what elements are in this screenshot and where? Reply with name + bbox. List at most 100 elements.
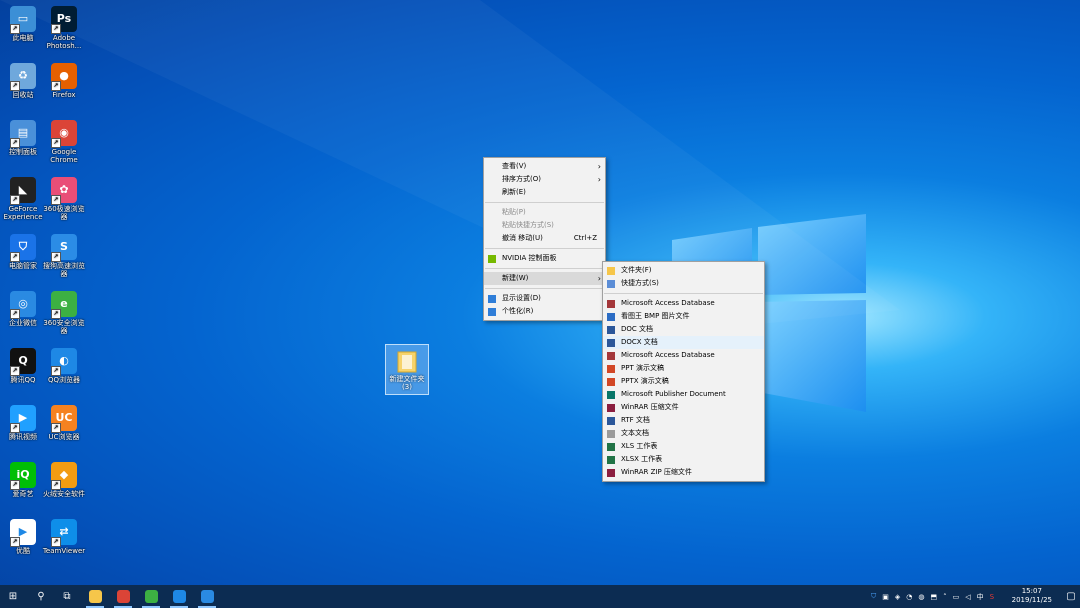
show-hidden-icons-icon[interactable]: ˄ xyxy=(943,593,947,601)
menu-item[interactable]: 看图王 BMP 图片文件 xyxy=(603,310,764,323)
task-view-button[interactable]: ⧉ xyxy=(54,585,80,608)
desktop-icon[interactable]: ◉ ↗ Google Chrome xyxy=(42,118,86,164)
desktop-icon[interactable]: Q ↗ 腾讯QQ xyxy=(1,346,45,384)
desktop-icon-label: 此电脑 xyxy=(12,34,34,42)
menu-item-label: 文件夹(F) xyxy=(621,266,652,274)
nvidia-icon xyxy=(488,255,496,263)
search-icon: ⚲ xyxy=(37,591,45,602)
menu-item-label: 看图王 BMP 图片文件 xyxy=(621,312,690,320)
shortcut-arrow-icon: ↗ xyxy=(51,138,61,148)
bmp-icon xyxy=(607,313,615,321)
desktop-icon[interactable]: ▭ ↗ 此电脑 xyxy=(1,4,45,42)
menu-item[interactable]: WinRAR ZIP 压缩文件 xyxy=(603,466,764,479)
rtf-icon xyxy=(607,417,615,425)
taskbar-app-button[interactable] xyxy=(194,585,220,608)
menu-item[interactable]: 刷新(E) xyxy=(484,186,605,199)
menu-item[interactable]: 快捷方式(S) xyxy=(603,277,764,290)
sogou-ime-icon[interactable]: S xyxy=(990,593,994,601)
desktop-icon[interactable]: S ↗ 搜狗高速浏览器 xyxy=(42,232,86,278)
desktop-icon[interactable]: ◎ ↗ 企业微信 xyxy=(1,289,45,327)
menu-item[interactable]: RTF 文档 xyxy=(603,414,764,427)
menu-item[interactable]: XLSX 工作表 xyxy=(603,453,764,466)
desktop-icon[interactable]: Ps ↗ Adobe Photosh... xyxy=(42,4,86,50)
taskbar-app-button[interactable] xyxy=(82,585,108,608)
access-icon xyxy=(607,300,615,308)
menu-item[interactable]: XLS 工作表 xyxy=(603,440,764,453)
notification-center-button[interactable]: ▢ xyxy=(1062,585,1080,608)
tray-app-icon[interactable]: ◔ xyxy=(906,593,912,601)
network-icon[interactable]: ▭ xyxy=(953,593,960,601)
desktop-icon[interactable]: iQ ↗ 爱奇艺 xyxy=(1,460,45,498)
menu-item[interactable]: NVIDIA 控制面板 xyxy=(484,252,605,265)
menu-item-label: Microsoft Access Database xyxy=(621,299,715,307)
clock[interactable]: 15:07 2019/11/25 xyxy=(1012,587,1052,605)
menu-item[interactable]: DOCX 文档 xyxy=(603,336,764,349)
search-button[interactable]: ⚲ xyxy=(28,585,54,608)
menu-item[interactable]: WinRAR 压缩文件 xyxy=(603,401,764,414)
shortcut-arrow-icon: ↗ xyxy=(10,537,20,547)
qq-browser-icon xyxy=(172,590,186,603)
menu-item[interactable]: PPT 演示文稿 xyxy=(603,362,764,375)
file-explorer-icon xyxy=(88,590,102,603)
shortcut-arrow-icon: ↗ xyxy=(51,195,61,205)
desktop-wallpaper[interactable]: ▭ ↗ 此电脑 Ps ↗ Adobe Photosh... ♻ ↗ 回收站 ● ↗ Firefox ▤ ↗… xyxy=(0,0,1080,585)
notification-icon: ▢ xyxy=(1066,591,1076,602)
desktop-icon-label: Adobe Photosh... xyxy=(46,34,82,50)
menu-item[interactable]: Microsoft Access Database xyxy=(603,297,764,310)
tray-app-icon[interactable]: ◍ xyxy=(918,593,924,601)
menu-item[interactable]: Microsoft Publisher Document xyxy=(603,388,764,401)
desktop-icon[interactable]: ▶ ↗ 优酷 xyxy=(1,517,45,555)
new-folder-icon[interactable]: 新建文件夹(3) xyxy=(385,344,429,395)
shortcut-arrow-icon: ↗ xyxy=(51,537,61,547)
desktop-icon[interactable]: e ↗ 360安全浏览器 xyxy=(42,289,86,335)
menu-item-label: 个性化(R) xyxy=(502,307,534,315)
menu-item[interactable]: Microsoft Access Database xyxy=(603,349,764,362)
taskbar-app-button[interactable] xyxy=(110,585,136,608)
shortcut-arrow-icon: ↗ xyxy=(10,480,20,490)
menu-item[interactable]: 新建(W) › xyxy=(484,272,605,285)
menu-item[interactable]: 文本文档 xyxy=(603,427,764,440)
menu-item[interactable]: 文件夹(F) xyxy=(603,264,764,277)
desktop-icon[interactable]: ⛉ ↗ 电脑管家 xyxy=(1,232,45,270)
menu-item[interactable]: 显示设置(D) xyxy=(484,292,605,305)
desktop-icon-label: TeamViewer xyxy=(42,547,86,555)
start-button[interactable]: ⊞ xyxy=(0,585,26,608)
menu-item[interactable]: 排序方式(O) › xyxy=(484,173,605,186)
tray-app-icon[interactable]: ⬒ xyxy=(930,593,937,601)
shortcut-arrow-icon: ↗ xyxy=(10,366,20,376)
desktop-icon[interactable]: UC ↗ UC浏览器 xyxy=(42,403,86,441)
publisher-icon xyxy=(607,391,615,399)
chrome-icon xyxy=(116,590,130,603)
desktop-icon[interactable]: ◆ ↗ 火绒安全软件 xyxy=(42,460,86,498)
desktop-icon[interactable]: ♻ ↗ 回收站 xyxy=(1,61,45,99)
desktop-icon[interactable]: ● ↗ Firefox xyxy=(42,61,86,99)
menu-item[interactable]: 个性化(R) xyxy=(484,305,605,318)
desktop-icon[interactable]: ▶ ↗ 腾讯视频 xyxy=(1,403,45,441)
tray-app-icon[interactable]: ◈ xyxy=(895,593,900,601)
volume-icon[interactable]: ◁ xyxy=(965,593,970,601)
menu-item[interactable]: PPTX 演示文稿 xyxy=(603,375,764,388)
desktop-icon[interactable]: ⇄ ↗ TeamViewer xyxy=(42,517,86,555)
taskbar-app-button[interactable] xyxy=(138,585,164,608)
menu-item[interactable]: 查看(V) › xyxy=(484,160,605,173)
desktop-icon-label: 360安全浏览器 xyxy=(43,319,85,335)
shortcut-arrow-icon: ↗ xyxy=(10,138,20,148)
menu-item-label: PPTX 演示文稿 xyxy=(621,377,669,385)
desktop-icon[interactable]: ✿ ↗ 360极速浏览器 xyxy=(42,175,86,221)
menu-item-label: 查看(V) xyxy=(502,162,527,170)
menu-item[interactable]: DOC 文档 xyxy=(603,323,764,336)
menu-item-label: Microsoft Publisher Document xyxy=(621,390,726,398)
docx-icon xyxy=(607,339,615,347)
shortcut-arrow-icon: ↗ xyxy=(51,81,61,91)
desktop-icon[interactable]: ◣ ↗ GeForce Experience xyxy=(1,175,45,221)
desktop-icon[interactable]: ▤ ↗ 控制面板 xyxy=(1,118,45,156)
menu-item: 粘贴(P) xyxy=(484,206,605,219)
ppt-icon xyxy=(607,365,615,373)
tray-app-icon[interactable]: ▣ xyxy=(882,593,889,601)
desktop-icon-label: 腾讯QQ xyxy=(10,376,36,384)
desktop-icon[interactable]: ◐ ↗ QQ浏览器 xyxy=(42,346,86,384)
taskbar-app-button[interactable] xyxy=(166,585,192,608)
defender-icon[interactable]: ⛉ xyxy=(871,592,876,601)
ime-indicator[interactable]: 中 xyxy=(977,592,984,602)
menu-item[interactable]: 撤消 移动(U) Ctrl+Z xyxy=(484,232,605,245)
